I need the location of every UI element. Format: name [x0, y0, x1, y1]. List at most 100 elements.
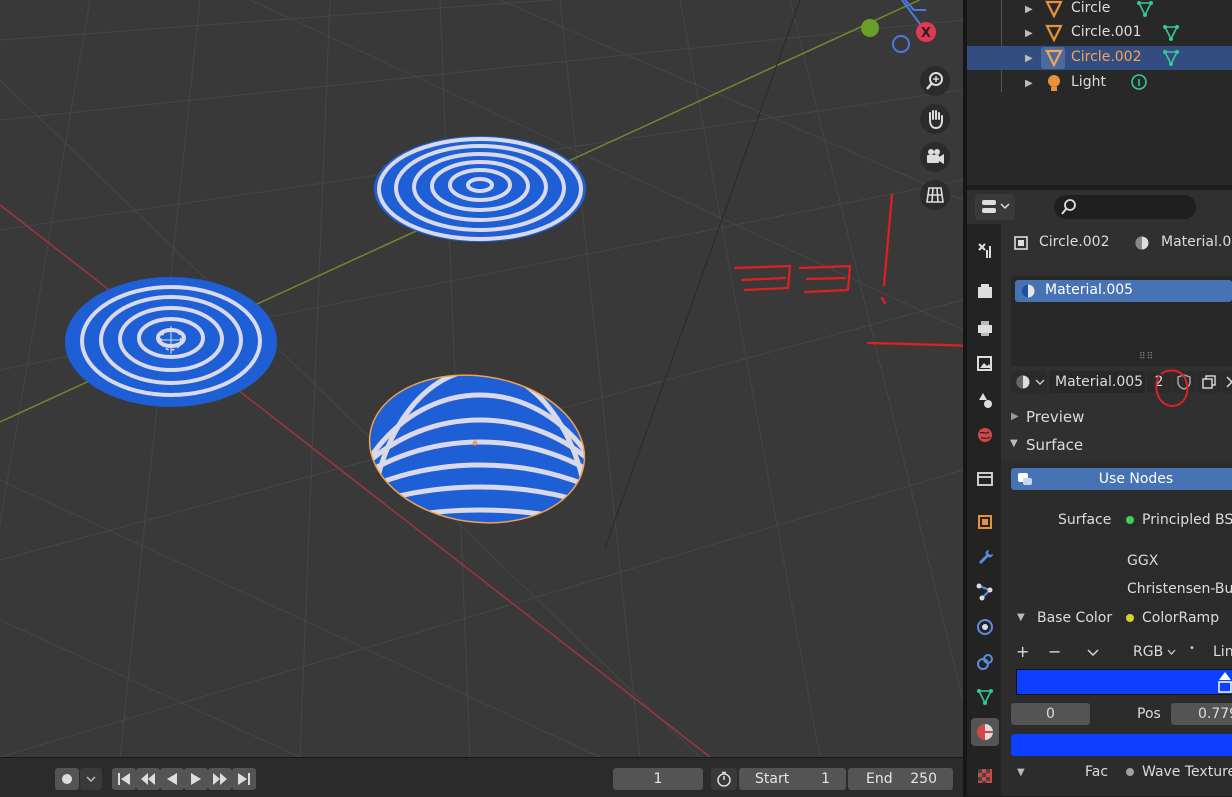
keying-dropdown-icon[interactable]: [80, 768, 102, 790]
start-value: 1: [821, 771, 830, 787]
expand-arrow-icon[interactable]: ▶: [1025, 4, 1033, 15]
editor-type-icon[interactable]: [975, 194, 1015, 220]
object-mesh-icon: [1045, 0, 1063, 18]
mesh-data-icon[interactable]: [1161, 23, 1181, 43]
base-color-input[interactable]: ColorRamp: [1118, 607, 1232, 629]
interpolation-dropdown[interactable]: Lin: [1206, 641, 1232, 663]
grid-ortho-icon[interactable]: [920, 180, 950, 210]
navigation-gizmo[interactable]: X: [850, 0, 950, 60]
tool-tab-icon[interactable]: [971, 236, 999, 264]
material-slot-list: Material.005 ⠿⠿: [1011, 276, 1232, 366]
expanded-arrow-icon[interactable]: ▼: [1017, 767, 1025, 778]
color-mode-dropdown[interactable]: RGB: [1126, 641, 1180, 663]
outliner-item-circle[interactable]: ▶ Circle: [967, 0, 1232, 21]
object-data-tab-icon[interactable]: [971, 683, 999, 711]
pos-field[interactable]: 0.779: [1171, 703, 1232, 725]
mesh-data-icon[interactable]: [1135, 0, 1155, 19]
next-keyframe-icon[interactable]: [208, 768, 232, 790]
view-layer-tab-icon[interactable]: [971, 350, 999, 378]
outliner-item-label: Circle: [1071, 0, 1111, 16]
ramp-index-field[interactable]: 0: [1011, 703, 1090, 725]
jump-start-icon[interactable]: [112, 768, 136, 790]
use-nodes-button[interactable]: Use Nodes: [1011, 468, 1232, 490]
object-tab-icon[interactable]: [971, 508, 999, 536]
mesh-data-icon[interactable]: [1161, 48, 1181, 68]
slot-name: Material.005: [1045, 282, 1134, 298]
start-frame-field[interactable]: Start 1: [739, 768, 846, 790]
play-icon[interactable]: [184, 768, 208, 790]
pan-hand-icon[interactable]: [920, 104, 950, 134]
collection-tab-icon[interactable]: [971, 465, 999, 493]
unlink-material-icon[interactable]: [1222, 371, 1232, 393]
timeline-bar: 1 Start 1 End 250: [0, 757, 963, 797]
outliner-item-circle-001[interactable]: ▶ Circle.001: [967, 21, 1232, 45]
physics-tab-icon[interactable]: [971, 613, 999, 641]
end-frame-field[interactable]: End 250: [848, 768, 953, 790]
outliner-item-light[interactable]: ▶ Light: [967, 71, 1232, 95]
current-frame-field[interactable]: 1: [613, 768, 703, 790]
material-slot-icon: [1021, 284, 1035, 298]
color-stop-handle[interactable]: [1217, 670, 1232, 694]
scene-tab-icon[interactable]: [971, 386, 999, 414]
expanded-arrow-icon[interactable]: ▼: [1017, 612, 1025, 623]
light-direction-line: [604, 0, 801, 549]
material-name-field[interactable]: Material.005: [1049, 371, 1145, 393]
subsurface-method-dropdown[interactable]: Christensen-Burl: [1118, 578, 1232, 600]
ramp-menu-icon[interactable]: [1087, 649, 1099, 657]
chevron-down-icon: [1035, 379, 1045, 385]
fac-input[interactable]: Wave Texture: [1118, 761, 1232, 783]
surface-shader-field[interactable]: Principled BSD: [1118, 509, 1232, 531]
material-browse-icon: [1016, 375, 1030, 389]
color-ramp-bar[interactable]: [1016, 669, 1232, 695]
material-name: Material.005: [1055, 374, 1144, 390]
disc-circle-001[interactable]: [65, 277, 277, 407]
surface-label: Surface: [1058, 512, 1112, 528]
chevron-down-icon: [1167, 649, 1176, 655]
properties-search-input[interactable]: [1054, 195, 1196, 219]
material-slot-item[interactable]: Material.005: [1015, 280, 1232, 302]
zoom-icon[interactable]: [920, 66, 950, 96]
properties-tabs: [967, 224, 1001, 796]
disc-circle[interactable]: [374, 136, 586, 242]
outliner-item-label: Circle.001: [1071, 24, 1142, 40]
color-socket-icon: [1126, 614, 1134, 622]
constraints-tab-icon[interactable]: [971, 648, 999, 676]
end-label: End: [866, 771, 893, 787]
expand-arrow-icon[interactable]: ▶: [1025, 78, 1033, 89]
distribution-value: GGX: [1127, 553, 1159, 569]
record-keyframe-icon[interactable]: [55, 768, 79, 790]
browse-material-button[interactable]: [1011, 371, 1047, 393]
jump-end-icon[interactable]: [232, 768, 256, 790]
breadcrumb-object: Circle.002: [1039, 234, 1110, 250]
surface-panel-header[interactable]: ▼ Surface: [1001, 433, 1232, 459]
x-axis-line: [0, 204, 711, 757]
outliner-item-label: Light: [1071, 74, 1106, 90]
expanded-arrow-icon: ▼: [1010, 438, 1018, 449]
float-socket-icon: [1126, 768, 1134, 776]
prev-keyframe-icon[interactable]: [136, 768, 160, 790]
outliner-item-label: Circle.002: [1071, 49, 1142, 65]
material-breadcrumb-icon: [1135, 236, 1149, 250]
outliner-item-circle-002[interactable]: ▶ Circle.002: [967, 46, 1232, 70]
render-tab-icon[interactable]: [971, 278, 999, 306]
ramp-remove-button[interactable]: −: [1048, 642, 1061, 661]
play-reverse-icon[interactable]: [160, 768, 184, 790]
light-data-icon[interactable]: [1129, 73, 1149, 93]
3d-viewport[interactable]: X: [0, 0, 963, 757]
subsurface-method-value: Christensen-Burl: [1127, 581, 1232, 597]
stopwatch-icon[interactable]: [711, 768, 737, 790]
output-tab-icon[interactable]: [971, 314, 999, 342]
world-tab-icon[interactable]: [971, 421, 999, 449]
texture-tab-icon[interactable]: [971, 762, 999, 790]
stop-color-swatch[interactable]: [1011, 734, 1232, 756]
particles-tab-icon[interactable]: [971, 578, 999, 606]
modifier-tab-icon[interactable]: [971, 543, 999, 571]
expand-arrow-icon[interactable]: ▶: [1025, 28, 1033, 39]
material-tab-icon[interactable]: [971, 718, 999, 746]
distribution-dropdown[interactable]: GGX: [1118, 550, 1232, 572]
object-breadcrumb-icon: [1014, 236, 1028, 250]
preview-panel-header[interactable]: ▶ Preview: [1001, 405, 1232, 431]
camera-icon[interactable]: [920, 142, 950, 172]
ramp-add-button[interactable]: +: [1016, 642, 1029, 661]
expand-arrow-icon[interactable]: ▶: [1025, 53, 1033, 64]
